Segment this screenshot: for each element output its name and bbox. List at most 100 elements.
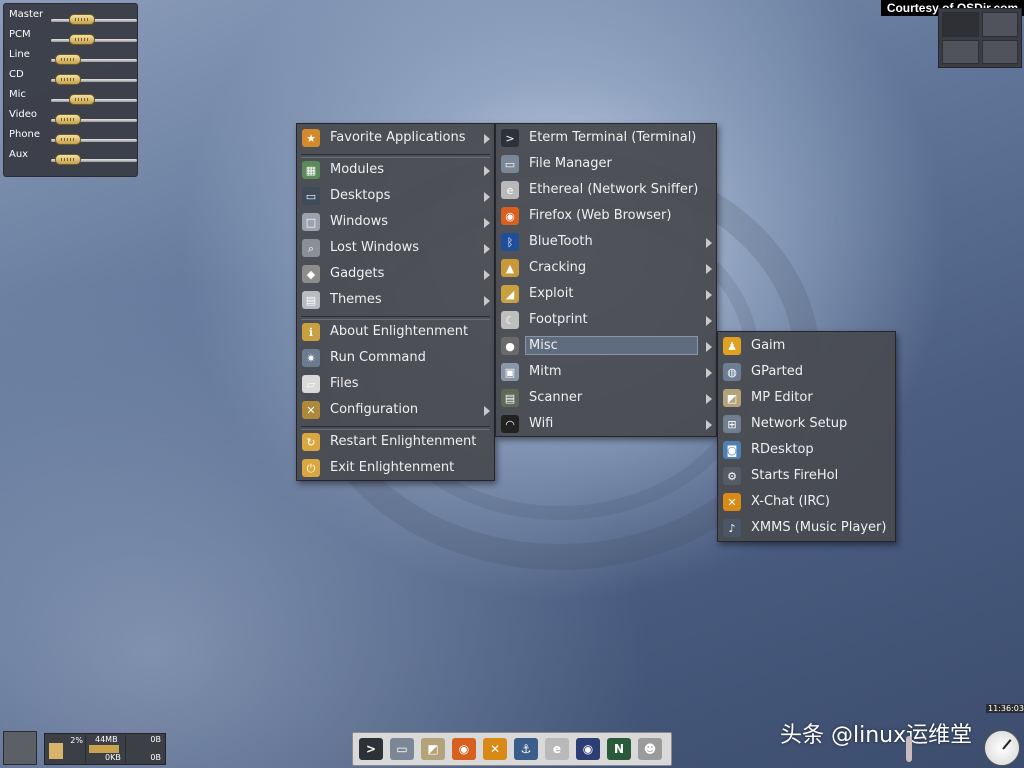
- mixer-channel-label: Phone: [9, 129, 40, 140]
- menu-item-themes[interactable]: ▤ Themes: [297, 288, 494, 312]
- menu-item-label: Gaim: [751, 338, 786, 353]
- menu-item-mp-editor[interactable]: ◩ MP Editor: [718, 386, 895, 410]
- menu-item-gadgets[interactable]: ◆ Gadgets: [297, 262, 494, 286]
- memory-swap: 0KB: [105, 753, 121, 762]
- volume-slider-handle[interactable]: [55, 114, 81, 125]
- menu-item-wifi[interactable]: ◠ Wifi: [496, 412, 716, 436]
- mixer-channel-label: Line: [9, 49, 30, 60]
- menu-item-label: Favorite Applications: [330, 130, 466, 145]
- favorite-applications-menu: > Eterm Terminal (Terminal) ▭ File Manager e…: [495, 123, 717, 437]
- mixer-channel-label: Aux: [9, 149, 29, 160]
- menu-item-gparted[interactable]: ◍ GParted: [718, 360, 895, 384]
- menu-item-label: Eterm Terminal (Terminal): [529, 130, 697, 145]
- clock-time: 11:36:03: [986, 704, 1024, 713]
- mixer-gadget: Master PCM Line CD Mic Video Phone Aux: [3, 3, 138, 177]
- network-tool-icon[interactable]: ⚓: [514, 738, 538, 760]
- menu-item-desktops[interactable]: ▭ Desktops: [297, 184, 494, 208]
- menu-item-windows[interactable]: □ Windows: [297, 210, 494, 234]
- menu-item-files[interactable]: ▱ Files: [297, 372, 494, 396]
- submenu-arrow-icon: [484, 166, 490, 176]
- menu-item-restart-enlightenment[interactable]: ↻ Restart Enlightenment: [297, 430, 494, 454]
- menu-item-configuration[interactable]: ✕ Configuration: [297, 398, 494, 422]
- menu-item-eterm-terminal-terminal[interactable]: > Eterm Terminal (Terminal): [496, 126, 716, 150]
- menu-item-lost-windows[interactable]: ⌕ Lost Windows: [297, 236, 494, 260]
- menu-item-exploit[interactable]: ◢ Exploit: [496, 282, 716, 306]
- show-desktop-button[interactable]: [3, 731, 37, 765]
- footprint-icon: ☾: [501, 311, 519, 329]
- menu-item-firefox-web-browser[interactable]: ◉ Firefox (Web Browser): [496, 204, 716, 228]
- menu-item-run-command[interactable]: ✷ Run Command: [297, 346, 494, 370]
- pager-desk-1[interactable]: [942, 12, 979, 37]
- desktop-pager[interactable]: [938, 8, 1022, 68]
- launcher-bar: > ▭ ◩ ◉ ✕ ⚓ e ◉ N ☻: [352, 732, 672, 766]
- kismet-icon[interactable]: ☻: [638, 738, 662, 760]
- menu-item-label: Mitm: [529, 364, 562, 379]
- menu-item-label: Cracking: [529, 260, 587, 275]
- restart-icon: ↻: [302, 433, 320, 451]
- ethereal-icon[interactable]: e: [545, 738, 569, 760]
- eye-icon[interactable]: ◉: [576, 738, 600, 760]
- volume-slider-handle[interactable]: [69, 94, 95, 105]
- network-in: 0B: [150, 735, 161, 744]
- pager-desk-2[interactable]: [981, 12, 1018, 37]
- volume-slider-handle[interactable]: [69, 14, 95, 25]
- memory-bar: [89, 745, 119, 753]
- menu-item-cracking[interactable]: ▲ Cracking: [496, 256, 716, 280]
- terminal-icon[interactable]: >: [359, 738, 383, 760]
- menu-item-misc[interactable]: ● Misc: [496, 334, 716, 358]
- volume-slider-handle[interactable]: [55, 54, 81, 65]
- menu-item-starts-firehol[interactable]: ⚙ Starts FireHol: [718, 464, 895, 488]
- submenu-arrow-icon: [706, 316, 712, 326]
- temperature-gauge: [906, 736, 912, 762]
- menu-item-network-setup[interactable]: ⊞ Network Setup: [718, 412, 895, 436]
- menu-item-label: Desktops: [330, 188, 391, 203]
- submenu-arrow-icon: [706, 342, 712, 352]
- favorites-icon: ★: [302, 129, 320, 147]
- menu-item-label: About Enlightenment: [330, 324, 469, 339]
- menu-item-label: RDesktop: [751, 442, 814, 457]
- menu-item-label: BlueTooth: [529, 234, 593, 249]
- xchat-icon[interactable]: ✕: [483, 738, 507, 760]
- submenu-arrow-icon: [484, 406, 490, 416]
- menu-item-label: Configuration: [330, 402, 419, 417]
- submenu-arrow-icon: [484, 244, 490, 254]
- menu-item-xmms-music-player[interactable]: ♪ XMMS (Music Player): [718, 516, 895, 540]
- network-map-icon[interactable]: N: [607, 738, 631, 760]
- menu-item-exit-enlightenment[interactable]: ⏻ Exit Enlightenment: [297, 456, 494, 480]
- menu-item-label: Network Setup: [751, 416, 848, 431]
- menu-item-mitm[interactable]: ▣ Mitm: [496, 360, 716, 384]
- volume-slider-handle[interactable]: [55, 134, 81, 145]
- pager-desk-4[interactable]: [981, 39, 1018, 64]
- mixer-channel-line: Line: [7, 47, 137, 67]
- volume-slider-handle[interactable]: [69, 34, 95, 45]
- pager-desk-3[interactable]: [942, 39, 979, 64]
- submenu-arrow-icon: [484, 270, 490, 280]
- configuration-icon: ✕: [302, 401, 320, 419]
- misc-icon: ●: [501, 337, 519, 355]
- modules-icon: ▦: [302, 161, 320, 179]
- menu-item-bluetooth[interactable]: ᛒ BlueTooth: [496, 230, 716, 254]
- submenu-arrow-icon: [484, 134, 490, 144]
- menu-item-label: Gadgets: [330, 266, 385, 281]
- menu-item-modules[interactable]: ▦ Modules: [297, 158, 494, 182]
- menu-item-file-manager[interactable]: ▭ File Manager: [496, 152, 716, 176]
- firefox-icon[interactable]: ◉: [452, 738, 476, 760]
- mixer-channel-label: CD: [9, 69, 24, 80]
- menu-item-gaim[interactable]: ♟ Gaim: [718, 334, 895, 358]
- file-manager-icon[interactable]: ▭: [390, 738, 414, 760]
- volume-slider-handle[interactable]: [55, 154, 81, 165]
- menu-item-ethereal-network-sniffer[interactable]: e Ethereal (Network Sniffer): [496, 178, 716, 202]
- gparted-icon: ◍: [723, 363, 741, 381]
- menu-item-footprint[interactable]: ☾ Footprint: [496, 308, 716, 332]
- mixer-channel-master: Master: [7, 7, 137, 27]
- xmms-icon: ♪: [723, 519, 741, 537]
- menu-item-x-chat-irc[interactable]: ✕ X-Chat (IRC): [718, 490, 895, 514]
- cracking-icon: ▲: [501, 259, 519, 277]
- volume-slider-handle[interactable]: [55, 74, 81, 85]
- menu-item-about-enlightenment[interactable]: ℹ About Enlightenment: [297, 320, 494, 344]
- menu-item-favorite-applications[interactable]: ★ Favorite Applications: [297, 126, 494, 150]
- gaim-icon: ♟: [723, 337, 741, 355]
- menu-item-scanner[interactable]: ▤ Scanner: [496, 386, 716, 410]
- mp-editor-icon[interactable]: ◩: [421, 738, 445, 760]
- menu-item-rdesktop[interactable]: ◙ RDesktop: [718, 438, 895, 462]
